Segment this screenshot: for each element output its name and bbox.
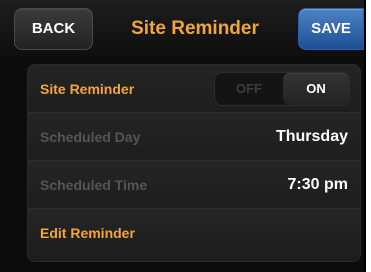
edit-reminder-row[interactable]: Edit Reminder (28, 209, 360, 257)
save-button[interactable]: SAVE (298, 8, 364, 50)
scheduled-time-label: Scheduled Time (40, 177, 148, 193)
scheduled-day-row[interactable]: Scheduled Day Thursday (28, 113, 360, 161)
scheduled-time-row[interactable]: Scheduled Time 7:30 pm (28, 161, 360, 209)
site-reminder-toggle[interactable]: OFF ON (214, 72, 350, 106)
toggle-on-option[interactable]: ON (283, 73, 349, 105)
back-button[interactable]: BACK (14, 8, 93, 50)
site-reminder-label: Site Reminder (40, 81, 135, 97)
page-title: Site Reminder (131, 18, 259, 39)
frame-edge (364, 0, 366, 272)
edit-reminder-label: Edit Reminder (40, 225, 135, 241)
scheduled-day-label: Scheduled Day (40, 129, 141, 145)
navigation-bar: BACK Site Reminder SAVE (0, 0, 364, 58)
site-reminder-screen: BACK Site Reminder SAVE Site Reminder OF… (0, 0, 364, 272)
scheduled-day-value: Thursday (275, 128, 348, 145)
toggle-off-option[interactable]: OFF (215, 73, 283, 105)
scheduled-time-value: 7:30 pm (287, 176, 348, 193)
site-reminder-row: Site Reminder OFF ON (28, 65, 360, 113)
settings-panel: Site Reminder OFF ON Scheduled Day Thurs… (27, 64, 361, 262)
